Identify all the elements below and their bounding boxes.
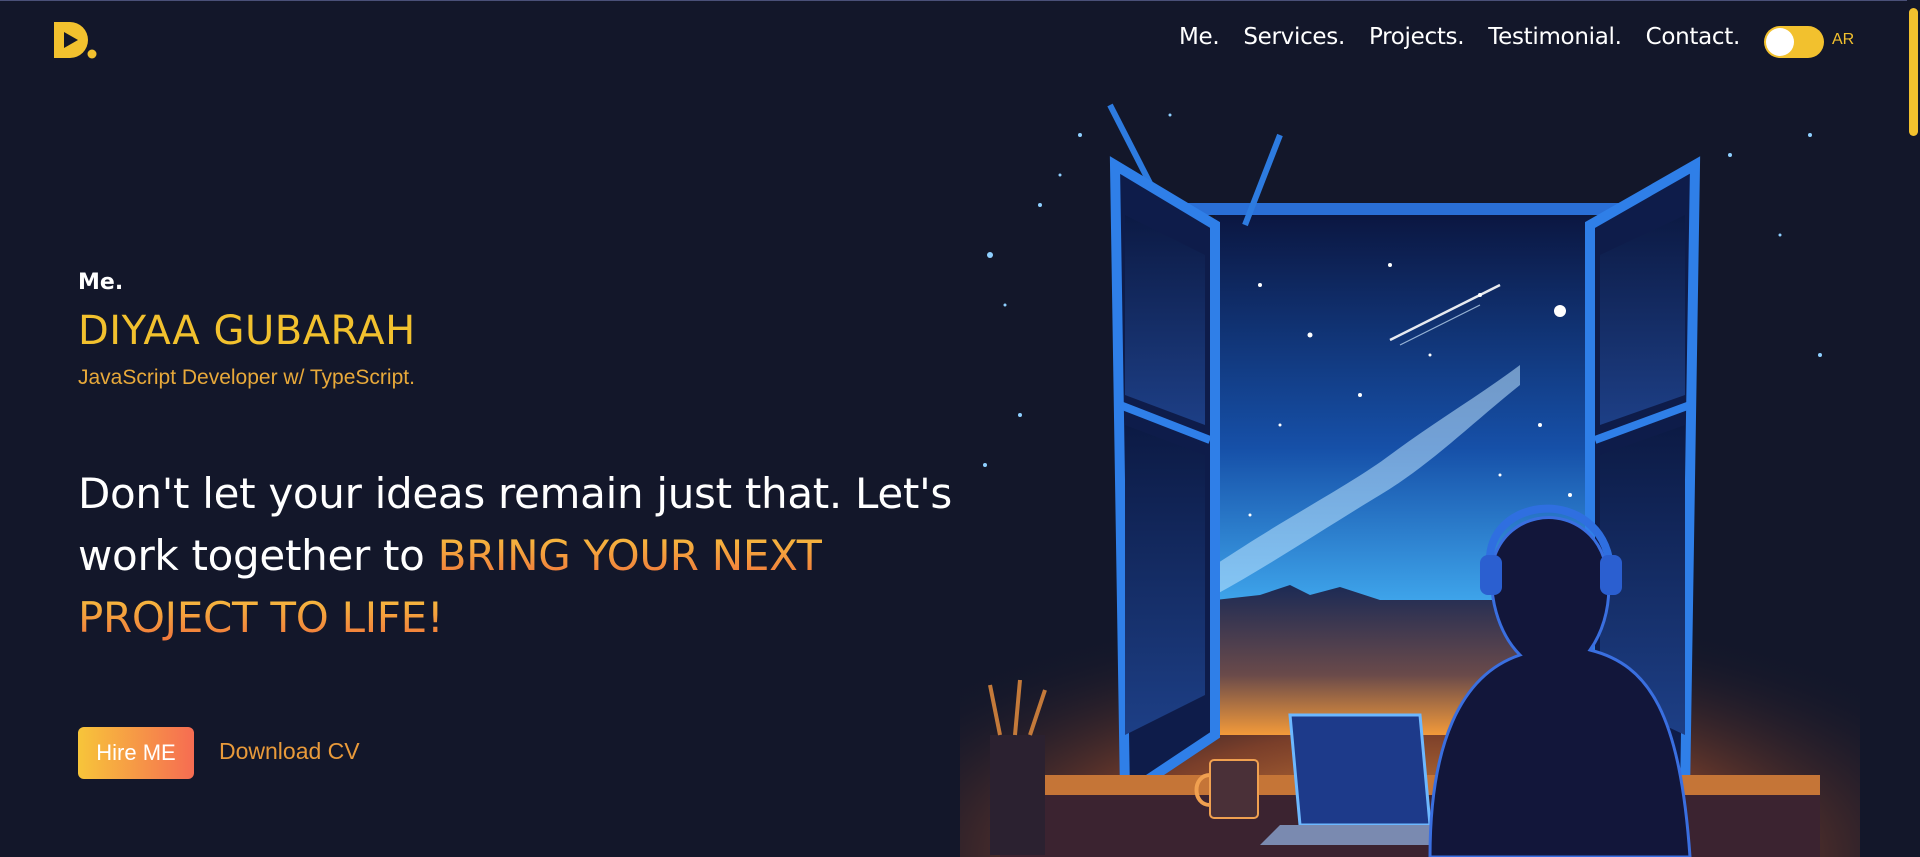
scrollbar-thumb[interactable] <box>1909 8 1918 136</box>
nav-me[interactable]: Me. <box>1179 24 1220 50</box>
night-window-illustration <box>960 103 1860 857</box>
section-tag: Me. <box>78 270 124 295</box>
nav-services[interactable]: Services. <box>1243 24 1345 50</box>
top-border <box>0 0 1920 1</box>
download-cv-link[interactable]: Download CV <box>219 738 360 765</box>
developer-role: JavaScript Developer w/ TypeScript. <box>78 366 415 389</box>
language-toggle[interactable] <box>1764 26 1824 58</box>
nav-testimonial[interactable]: Testimonial. <box>1488 24 1622 50</box>
developer-name: DIYAA GUBARAH <box>78 308 416 354</box>
site-logo[interactable] <box>52 20 98 60</box>
nav-projects[interactable]: Projects. <box>1369 24 1465 50</box>
language-label: AR <box>1832 31 1855 48</box>
nav-contact[interactable]: Contact. <box>1646 24 1741 50</box>
main-nav: Me. Services. Projects. Testimonial. Con… <box>1155 24 1740 50</box>
hero-headline: Don't let your ideas remain just that. L… <box>78 463 978 649</box>
scrollbar-track[interactable] <box>1907 0 1920 857</box>
hire-me-button[interactable]: Hire ME <box>78 727 194 779</box>
toggle-knob <box>1766 28 1794 56</box>
